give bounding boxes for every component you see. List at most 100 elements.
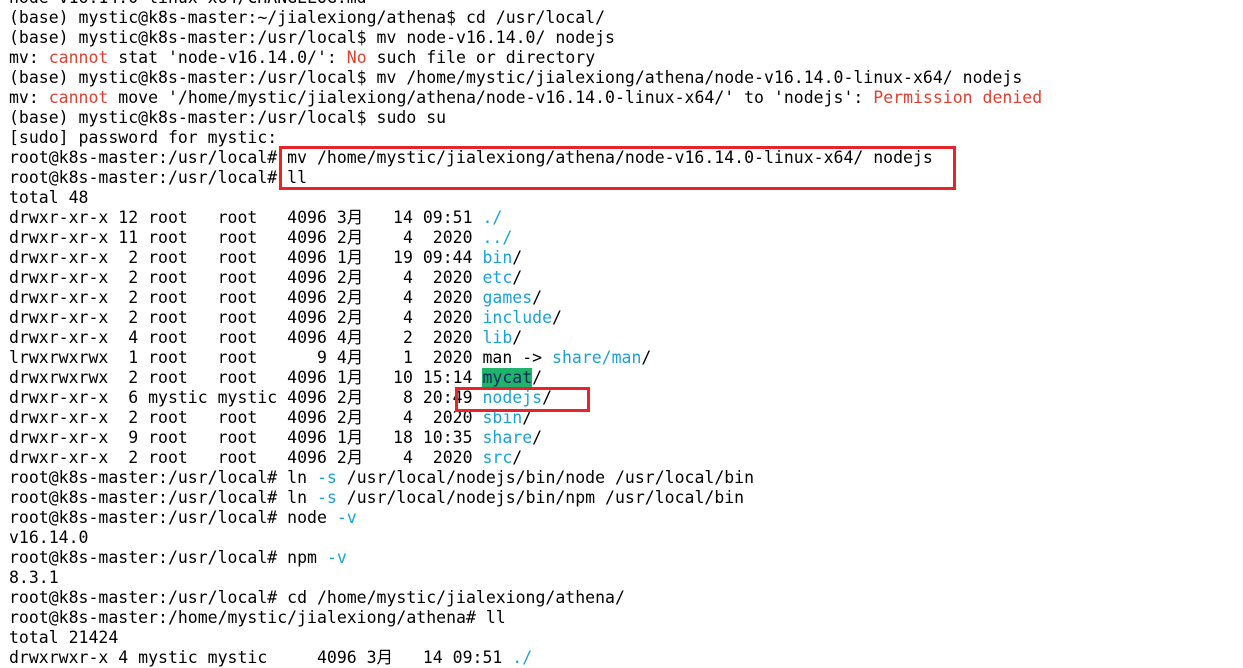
terminal-text: mv: (9, 48, 49, 67)
highlight-box-nodejs-dir (455, 387, 590, 412)
terminal-line: drwxr-xr-x 2 root root 4096 2月 4 2020 sb… (9, 408, 532, 428)
terminal-line: root@k8s-master:/home/mystic/jialexiong/… (9, 608, 506, 628)
terminal-text: root@k8s-master:/usr/local# npm (9, 548, 327, 567)
terminal-line: drwxrwxr-x 4 mystic mystic 4096 3月 14 09… (9, 648, 532, 668)
terminal-text: (base) mystic@k8s-master:/usr/local$ mv … (9, 28, 615, 47)
terminal-text: lrwxrwxrwx 1 root root 9 4月 1 2020 (9, 348, 483, 367)
terminal-text: share/man (552, 348, 642, 367)
terminal-text: drwxr-xr-x 4 root root 4096 4月 2 2020 (9, 328, 483, 347)
terminal-text: /usr/local/nodejs/bin/npm /usr/local/bin (336, 488, 745, 507)
highlight-box-mv-command (279, 146, 956, 190)
terminal-text: /usr/local/nodejs/bin/node /usr/local/bi… (336, 468, 755, 487)
terminal-text: -v (336, 508, 357, 527)
terminal-window[interactable]: node-v16.14.0-linux-x64/CHANGELOG.md(bas… (0, 0, 1243, 668)
terminal-line: drwxr-xr-x 12 root root 4096 3月 14 09:51… (9, 208, 502, 228)
terminal-line: root@k8s-master:/usr/local# npm -v (9, 548, 347, 568)
terminal-text: bin (482, 248, 513, 267)
terminal-line: (base) mystic@k8s-master:~/jialexiong/at… (9, 8, 605, 28)
terminal-line: lrwxrwxrwx 1 root root 9 4月 1 2020 man -… (9, 348, 651, 368)
terminal-text: etc (482, 268, 513, 287)
terminal-text: drwxr-xr-x 2 root root 4096 2月 4 2020 (9, 448, 483, 467)
terminal-text: / (532, 428, 543, 447)
terminal-line: drwxr-xr-x 4 root root 4096 4月 2 2020 li… (9, 328, 522, 348)
terminal-text: drwxrwxrwx 2 root root 4096 1月 10 15:14 (9, 368, 483, 387)
terminal-line: root@k8s-master:/usr/local# cd /home/mys… (9, 588, 625, 608)
terminal-line: 8.3.1 (9, 568, 59, 588)
terminal-text: cannot (48, 48, 109, 67)
terminal-text: (base) mystic@k8s-master:/usr/local$ mv … (9, 68, 1023, 87)
terminal-text: root@k8s-master:/usr/local# ln (9, 468, 317, 487)
terminal-text: / (532, 368, 543, 387)
terminal-text: share (482, 428, 533, 447)
terminal-line: v16.14.0 (9, 528, 88, 548)
terminal-line: total 21424 (9, 628, 118, 648)
terminal-text: drwxr-xr-x 6 mystic mystic 4096 2月 8 20:… (9, 388, 483, 407)
terminal-line: (base) mystic@k8s-master:/usr/local$ mv … (9, 68, 1022, 88)
terminal-text: drwxr-xr-x 2 root root 4096 2月 4 2020 (9, 288, 483, 307)
terminal-text: / (552, 308, 562, 327)
terminal-text: drwxr-xr-x 12 root root 4096 3月 14 09:51 (9, 208, 483, 227)
terminal-text: -s (316, 468, 337, 487)
terminal-text: src (482, 448, 513, 467)
terminal-text: / (512, 268, 523, 287)
terminal-line: drwxr-xr-x 11 root root 4096 2月 4 2020 .… (9, 228, 512, 248)
terminal-text: mv: (9, 88, 49, 107)
terminal-line: node-v16.14.0-linux-x64/CHANGELOG.md (9, 0, 367, 8)
terminal-line: total 48 (9, 188, 88, 208)
terminal-text: move '/home/mystic/jialexiong/athena/nod… (108, 88, 874, 107)
terminal-text: include (482, 308, 553, 327)
terminal-text: (base) mystic@k8s-master:/usr/local$ sud… (9, 108, 447, 127)
terminal-text: root@k8s-master:/usr/local# node (9, 508, 337, 527)
terminal-line: root@k8s-master:/usr/local# ll (9, 168, 307, 188)
terminal-text: mycat (482, 368, 533, 387)
terminal-text: root@k8s-master:/home/mystic/jialexiong/… (9, 608, 506, 627)
terminal-line: mv: cannot move '/home/mystic/jialexiong… (9, 88, 1042, 108)
terminal-text: drwxr-xr-x 2 root root 4096 2月 4 2020 (9, 408, 483, 427)
terminal-text: node-v16.14.0-linux-x64/CHANGELOG.md (9, 0, 367, 7)
terminal-text: / (512, 248, 523, 267)
terminal-text: man -> (482, 348, 553, 367)
terminal-line: root@k8s-master:/usr/local# ln -s /usr/l… (9, 488, 744, 508)
terminal-line: (base) mystic@k8s-master:/usr/local$ sud… (9, 108, 446, 128)
terminal-text: / (512, 448, 523, 467)
terminal-text: lib (482, 328, 513, 347)
terminal-text: 8.3.1 (9, 568, 59, 587)
terminal-text: drwxr-xr-x 11 root root 4096 2月 4 2020 (9, 228, 483, 247)
terminal-text: drwxr-xr-x 9 root root 4096 1月 18 10:35 (9, 428, 483, 447)
terminal-text: -s (316, 488, 337, 507)
terminal-text: No (346, 48, 367, 67)
terminal-line: root@k8s-master:/usr/local# ln -s /usr/l… (9, 468, 754, 488)
terminal-text: ./ (482, 208, 503, 227)
terminal-text: total 48 (9, 188, 89, 207)
terminal-text: / (641, 348, 652, 367)
terminal-text: / (532, 288, 543, 307)
terminal-text: stat 'node-v16.14.0/': (108, 48, 347, 67)
terminal-text: drwxr-xr-x 2 root root 4096 1月 19 09:44 (9, 248, 483, 267)
terminal-line: [sudo] password for mystic: (9, 128, 277, 148)
terminal-text: -v (326, 548, 347, 567)
terminal-text: root@k8s-master:/usr/local# cd /home/mys… (9, 588, 625, 607)
terminal-text: [sudo] password for mystic: (9, 128, 278, 147)
terminal-line: mv: cannot stat 'node-v16.14.0/': No suc… (9, 48, 595, 68)
terminal-line: drwxr-xr-x 2 root root 4096 1月 19 09:44 … (9, 248, 522, 268)
terminal-text: (base) mystic@k8s-master:~/jialexiong/at… (9, 8, 606, 27)
terminal-line: drwxr-xr-x 2 root root 4096 2月 4 2020 sr… (9, 448, 522, 468)
terminal-text: such file or directory (366, 48, 596, 67)
terminal-line: drwxr-xr-x 9 root root 4096 1月 18 10:35 … (9, 428, 542, 448)
terminal-text: games (482, 288, 533, 307)
terminal-line: (base) mystic@k8s-master:/usr/local$ mv … (9, 28, 615, 48)
terminal-line: drwxrwxrwx 2 root root 4096 1月 10 15:14 … (9, 368, 542, 388)
terminal-text: root@k8s-master:/usr/local# ll (9, 168, 308, 187)
terminal-line: drwxr-xr-x 2 root root 4096 2月 4 2020 in… (9, 308, 562, 328)
terminal-text: drwxr-xr-x 2 root root 4096 2月 4 2020 (9, 268, 483, 287)
terminal-text: cannot (48, 88, 109, 107)
terminal-line: root@k8s-master:/usr/local# node -v (9, 508, 357, 528)
terminal-text: drwxr-xr-x 2 root root 4096 2月 4 2020 (9, 308, 483, 327)
terminal-line: drwxr-xr-x 2 root root 4096 2月 4 2020 ga… (9, 288, 542, 308)
terminal-text: drwxrwxr-x 4 mystic mystic 4096 3月 14 09… (9, 648, 513, 667)
terminal-text: Permission denied (873, 88, 1043, 107)
terminal-text: v16.14.0 (9, 528, 89, 547)
terminal-text: root@k8s-master:/usr/local# ln (9, 488, 317, 507)
terminal-text: / (512, 328, 523, 347)
terminal-line: drwxr-xr-x 2 root root 4096 2月 4 2020 et… (9, 268, 522, 288)
